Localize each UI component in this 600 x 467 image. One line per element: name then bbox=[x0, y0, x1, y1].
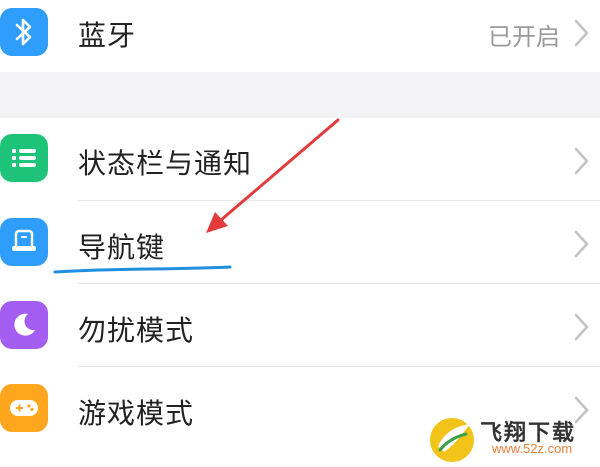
do-not-disturb-moon-icon bbox=[0, 301, 48, 349]
settings-row-label: 游戏模式 bbox=[78, 397, 195, 430]
watermark-url: www.52z.com bbox=[492, 441, 573, 456]
settings-row-label: 导航键 bbox=[78, 231, 166, 264]
settings-row-navigation-key[interactable]: 导航键 bbox=[0, 201, 600, 283]
chevron-right-icon bbox=[574, 313, 589, 341]
chevron-right-icon bbox=[574, 230, 589, 258]
bluetooth-status-value: 已开启 bbox=[488, 23, 560, 51]
settings-row-bluetooth[interactable]: 蓝牙 已开启 bbox=[0, 0, 600, 70]
navigation-key-icon bbox=[0, 218, 48, 266]
chevron-right-icon bbox=[574, 19, 589, 47]
game-mode-icon bbox=[0, 384, 48, 432]
section-separator-lower bbox=[0, 72, 600, 118]
settings-row-label: 状态栏与通知 bbox=[78, 147, 253, 180]
settings-row-label: 蓝牙 bbox=[78, 19, 137, 52]
chevron-right-icon bbox=[574, 147, 589, 175]
settings-row-do-not-disturb[interactable]: 勿扰模式 bbox=[0, 284, 600, 366]
settings-row-statusbar-notification[interactable]: 状态栏与通知 bbox=[0, 118, 600, 200]
statusbar-notification-icon bbox=[0, 134, 48, 182]
settings-row-label: 勿扰模式 bbox=[78, 314, 195, 347]
bluetooth-icon bbox=[0, 8, 48, 56]
